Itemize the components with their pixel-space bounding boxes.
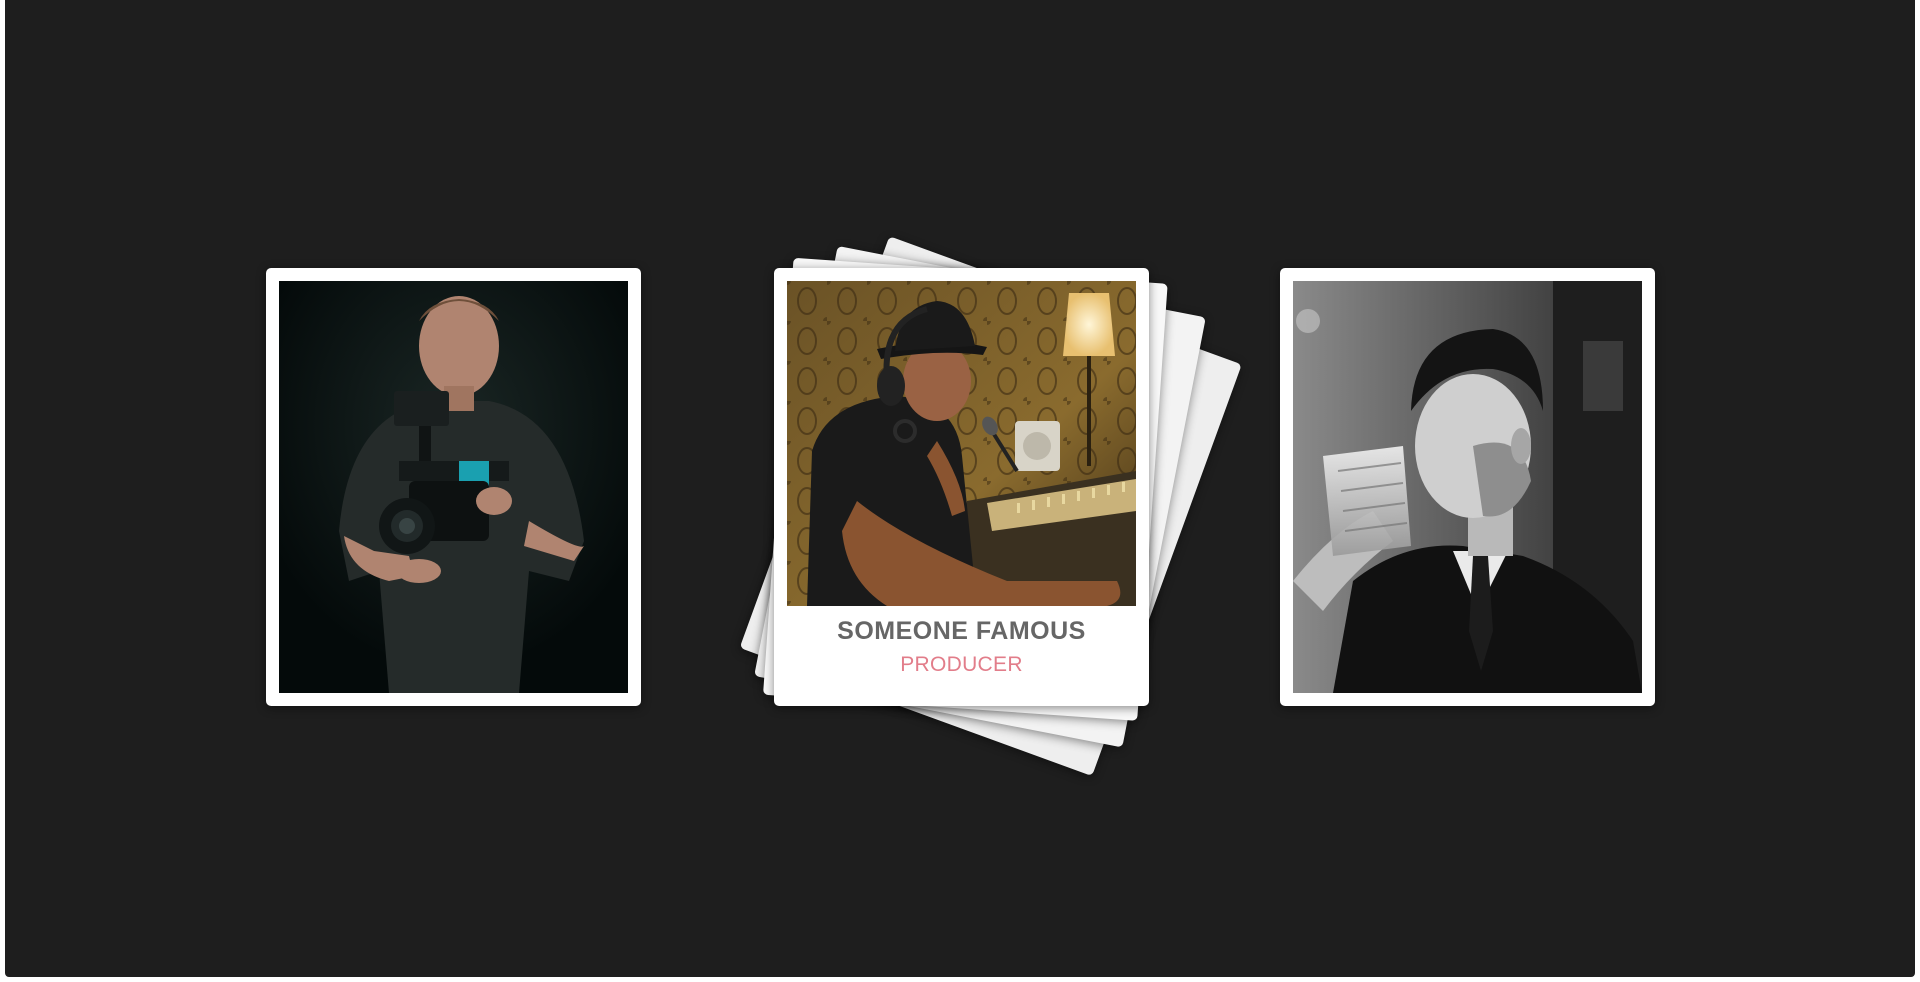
person-drinking-whiskey-photo-icon [1293, 281, 1642, 693]
card-role: PRODUCER [900, 653, 1023, 676]
producer-photo [787, 281, 1136, 606]
photo-card-drinker[interactable] [1280, 268, 1655, 706]
gallery-stage: SOMEONE FAMOUS PRODUCER [5, 0, 1915, 977]
photo-card-videographer[interactable] [266, 268, 641, 706]
photo-card-producer[interactable]: SOMEONE FAMOUS PRODUCER [774, 268, 1149, 706]
person-with-camera-rig-photo-icon [279, 281, 628, 693]
card-name: SOMEONE FAMOUS [837, 617, 1086, 645]
videographer-photo [279, 281, 628, 693]
person-at-mixing-console-photo-icon [787, 281, 1136, 606]
drinker-photo [1293, 281, 1642, 693]
